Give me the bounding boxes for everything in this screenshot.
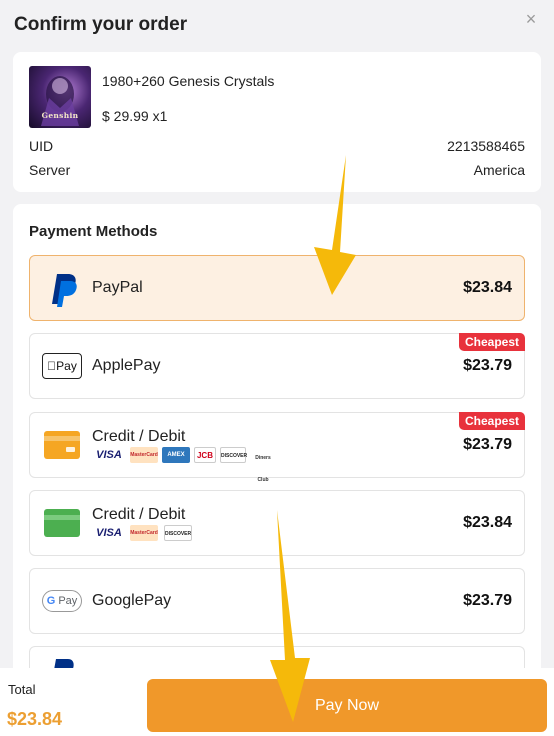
product-name: 1980+260 Genesis Crystals xyxy=(102,73,275,89)
pay-now-button[interactable]: Pay Now xyxy=(147,679,547,732)
product-thumbnail: Genshin xyxy=(29,66,91,128)
payment-method-name: GooglePay xyxy=(92,592,172,609)
payment-method-googlepay[interactable]: G Pay GooglePay $23.79 xyxy=(29,568,525,634)
mastercard-logo: MasterCard xyxy=(130,447,158,463)
payment-method-price: $23.79 xyxy=(463,592,512,609)
green-card-icon xyxy=(44,509,80,537)
server-value: America xyxy=(473,162,525,178)
orange-card-icon xyxy=(44,431,80,459)
visa-logo: VISA xyxy=(96,449,122,461)
product-price: $ 29.99 x1 xyxy=(102,108,168,124)
uid-value: 2213588465 xyxy=(447,138,525,154)
total-label: Total xyxy=(8,682,36,697)
payment-method-name: Credit / Debit xyxy=(92,506,186,523)
uid-label: UID xyxy=(29,138,54,154)
payment-method-name: Credit / Debit xyxy=(92,428,186,445)
payment-method-price: $23.84 xyxy=(463,279,512,296)
payment-method-name: PayPal xyxy=(92,279,143,296)
jcb-logo: JCB xyxy=(194,447,216,463)
diners-club-logo: Diners Club xyxy=(255,455,271,483)
discover-logo: DISCOVER xyxy=(220,447,247,463)
visa-logo: VISA xyxy=(96,527,122,539)
googlepay-icon: G Pay xyxy=(42,590,82,612)
order-summary-card: Genshin 1980+260 Genesis Crystals $ 29.9… xyxy=(13,52,541,192)
payment-method-price: $23.79 xyxy=(463,436,512,453)
mastercard-logo: MasterCard xyxy=(130,525,158,541)
cheapest-badge: Cheapest xyxy=(458,412,525,430)
payment-method-applepay[interactable]: Pay ApplePay $23.79 Cheapest xyxy=(29,333,525,399)
discover-logo: DISCOVER xyxy=(164,525,192,541)
close-icon[interactable]: × xyxy=(522,10,540,28)
cheapest-badge: Cheapest xyxy=(458,333,525,351)
paypal-icon xyxy=(52,274,77,307)
amex-logo: AMEX xyxy=(162,447,190,463)
payment-method-name: ApplePay xyxy=(92,357,161,374)
payment-method-credit-debit[interactable]: Credit / Debit VISA MasterCard AMEX JCB … xyxy=(29,412,525,483)
payment-method-price: $23.84 xyxy=(463,514,512,531)
total-value: $23.84 xyxy=(7,709,63,729)
checkout-footer: Total $23.84 Pay Now xyxy=(0,668,554,736)
payment-method-price: $23.79 xyxy=(463,357,512,374)
page-title: Confirm your order xyxy=(14,14,188,35)
game-logo: Genshin xyxy=(41,111,79,120)
payment-method-credit-debit[interactable]: Credit / Debit VISA MasterCard DISCOVER … xyxy=(29,490,525,556)
server-label: Server xyxy=(29,162,71,178)
payment-method-paypal[interactable]: PayPal $23.84 xyxy=(29,255,525,321)
applepay-icon: Pay xyxy=(42,353,82,379)
payment-methods-card: Payment Methods PayPal $23.84 Pay Apple… xyxy=(13,204,541,736)
payment-methods-title: Payment Methods xyxy=(29,223,158,240)
